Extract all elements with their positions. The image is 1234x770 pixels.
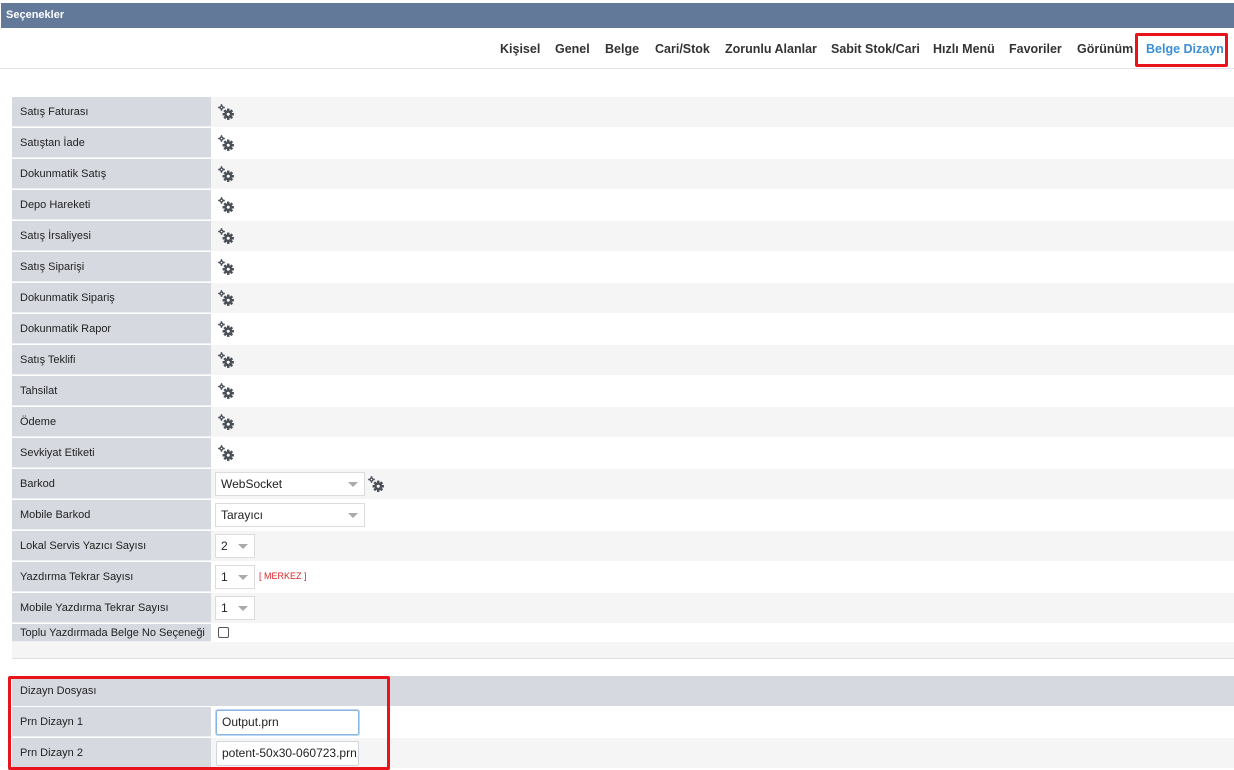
- document-row-label: Dokunmatik Satış: [12, 159, 211, 189]
- lokal-yazici-select[interactable]: 2: [215, 534, 255, 558]
- document-row-label: Satıştan İade: [12, 128, 211, 158]
- document-row: Depo Hareketi: [12, 190, 1234, 220]
- gear-icon[interactable]: [217, 351, 235, 369]
- setting-row-mobile-barkod: Mobile Barkod Tarayıcı: [12, 500, 1234, 530]
- yazdirma-tekrar-select[interactable]: 1: [215, 565, 255, 589]
- mobile-barkod-select[interactable]: Tarayıcı: [215, 503, 365, 527]
- chevron-down-icon: [348, 513, 358, 518]
- chevron-down-icon: [238, 544, 248, 549]
- document-row-label: Satış İrsaliyesi: [12, 221, 211, 251]
- gear-icon[interactable]: [217, 227, 235, 245]
- gear-icon[interactable]: [217, 413, 235, 431]
- setting-label: Yazdırma Tekrar Sayısı: [12, 562, 211, 592]
- tab-genel[interactable]: Genel: [555, 42, 590, 56]
- tab-cari-stok[interactable]: Cari/Stok: [655, 42, 710, 56]
- tab-favoriler[interactable]: Favoriler: [1009, 42, 1062, 56]
- document-row-label: Satış Siparişi: [12, 252, 211, 282]
- gear-icon[interactable]: [217, 258, 235, 276]
- document-row-label: Tahsilat: [12, 376, 211, 406]
- document-row: Ödeme: [12, 407, 1234, 437]
- mobile-yazdirma-tekrar-select[interactable]: 1: [215, 596, 255, 620]
- document-row: Tahsilat: [12, 376, 1234, 406]
- gear-icon[interactable]: [217, 320, 235, 338]
- toplu-yazdirma-checkbox[interactable]: [218, 627, 229, 638]
- tab-hizli-menu[interactable]: Hızlı Menü: [933, 42, 995, 56]
- document-row: Dokunmatik Satış: [12, 159, 1234, 189]
- tab-belge[interactable]: Belge: [605, 42, 639, 56]
- gear-icon[interactable]: [367, 475, 385, 493]
- document-row: Satış Siparişi: [12, 252, 1234, 282]
- mobile-yazdirma-tekrar-select-value: 1: [221, 601, 228, 615]
- setting-label: Lokal Servis Yazıcı Sayısı: [12, 531, 211, 561]
- window-title: Seçenekler: [1, 3, 1234, 28]
- yazdirma-tekrar-select-value: 1: [221, 570, 228, 584]
- tab-gorunum[interactable]: Görünüm: [1077, 42, 1133, 56]
- setting-label: Mobile Yazdırma Tekrar Sayısı: [12, 593, 211, 623]
- document-row: Satış İrsaliyesi: [12, 221, 1234, 251]
- gear-icon[interactable]: [217, 382, 235, 400]
- gear-icon[interactable]: [217, 103, 235, 121]
- setting-label: Mobile Barkod: [12, 500, 211, 530]
- document-row: Dokunmatik Sipariş: [12, 283, 1234, 313]
- mobile-barkod-select-value: Tarayıcı: [221, 508, 264, 522]
- tab-kisisel[interactable]: Kişisel: [500, 42, 540, 56]
- document-row: Satıştan İade: [12, 128, 1234, 158]
- chevron-down-icon: [348, 482, 358, 487]
- dizayn-section-highlight: [8, 676, 390, 770]
- chevron-down-icon: [238, 575, 248, 580]
- lokal-yazici-select-value: 2: [221, 539, 228, 553]
- document-row: Dokunmatik Rapor: [12, 314, 1234, 344]
- document-row-label: Satış Teklifi: [12, 345, 211, 375]
- document-row-label: Sevkiyat Etiketi: [12, 438, 211, 468]
- setting-row-lokal-yazici: Lokal Servis Yazıcı Sayısı 2: [12, 531, 1234, 561]
- document-row: Sevkiyat Etiketi: [12, 438, 1234, 468]
- document-row-label: Dokunmatik Sipariş: [12, 283, 211, 313]
- gear-icon[interactable]: [217, 444, 235, 462]
- document-row-label: Satış Faturası: [12, 97, 211, 127]
- setting-label: Toplu Yazdırmada Belge No Seçeneği: [12, 624, 211, 642]
- gear-icon[interactable]: [217, 134, 235, 152]
- setting-row-mobile-yazdirma-tekrar: Mobile Yazdırma Tekrar Sayısı 1: [12, 593, 1234, 623]
- barkod-select-value: WebSocket: [221, 477, 283, 491]
- tab-bar: Kişisel Genel Belge Cari/Stok Zorunlu Al…: [0, 28, 1234, 69]
- chevron-down-icon: [238, 606, 248, 611]
- setting-label: Barkod: [12, 469, 211, 499]
- tab-zorunlu-alanlar[interactable]: Zorunlu Alanlar: [725, 42, 817, 56]
- setting-row-yazdirma-tekrar: Yazdırma Tekrar Sayısı 1 [ MERKEZ ]: [12, 562, 1234, 592]
- spacer-row: [12, 642, 1234, 658]
- document-row: Satış Faturası: [12, 97, 1234, 127]
- document-row-label: Ödeme: [12, 407, 211, 437]
- section-divider: [12, 658, 1234, 659]
- document-row-label: Dokunmatik Rapor: [12, 314, 211, 344]
- document-row: Satış Teklifi: [12, 345, 1234, 375]
- setting-row-toplu-yazdirma: Toplu Yazdırmada Belge No Seçeneği: [12, 624, 1234, 642]
- gear-icon[interactable]: [217, 196, 235, 214]
- gear-icon[interactable]: [217, 289, 235, 307]
- tab-sabit-stok-cari[interactable]: Sabit Stok/Cari: [831, 42, 920, 56]
- gear-icon[interactable]: [217, 165, 235, 183]
- merkez-note: [ MERKEZ ]: [259, 571, 307, 581]
- barkod-select[interactable]: WebSocket: [215, 472, 365, 496]
- active-tab-highlight: [1135, 33, 1228, 67]
- document-row-label: Depo Hareketi: [12, 190, 211, 220]
- setting-row-barkod: Barkod WebSocket: [12, 469, 1234, 499]
